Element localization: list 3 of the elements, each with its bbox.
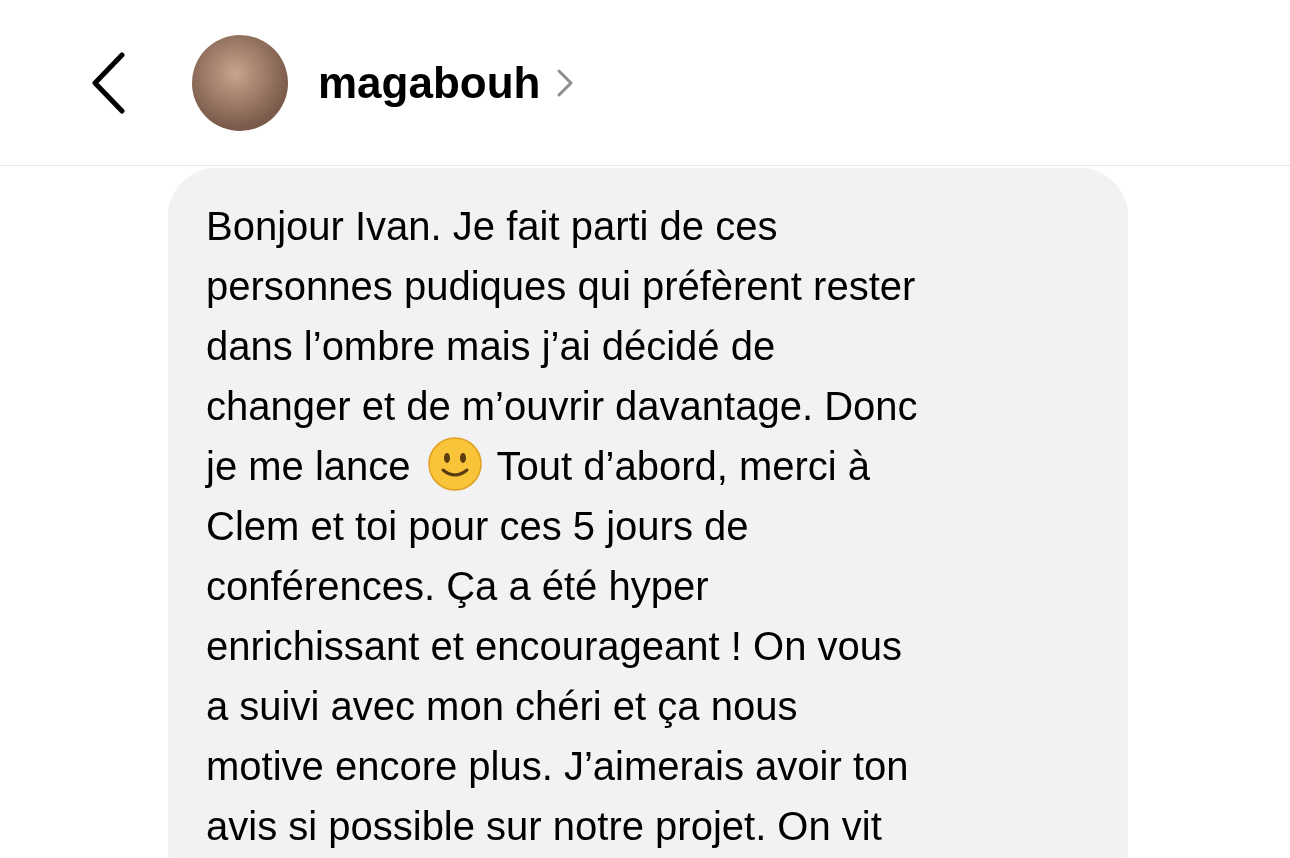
chevron-right-icon xyxy=(556,67,575,98)
username-link[interactable]: magabouh xyxy=(318,57,541,108)
message-text: Bonjour Ivan. Je fait parti de ces personnes pudiques qui préfèrent rester dans l’ombre mais j’ai décidé de changer et de m’ouvrir davantage. Donc je me lance Tout d’abord, merci à Clem et toi pour ces 5 jours de conférences. Ça a été hyper enrichissant et encourageant ! On vous a suivi avec mon chéri et ça nous motive encore plus. J’aimerais avoir ton avis si possible sur notre projet. On vit xyxy=(206,203,919,850)
